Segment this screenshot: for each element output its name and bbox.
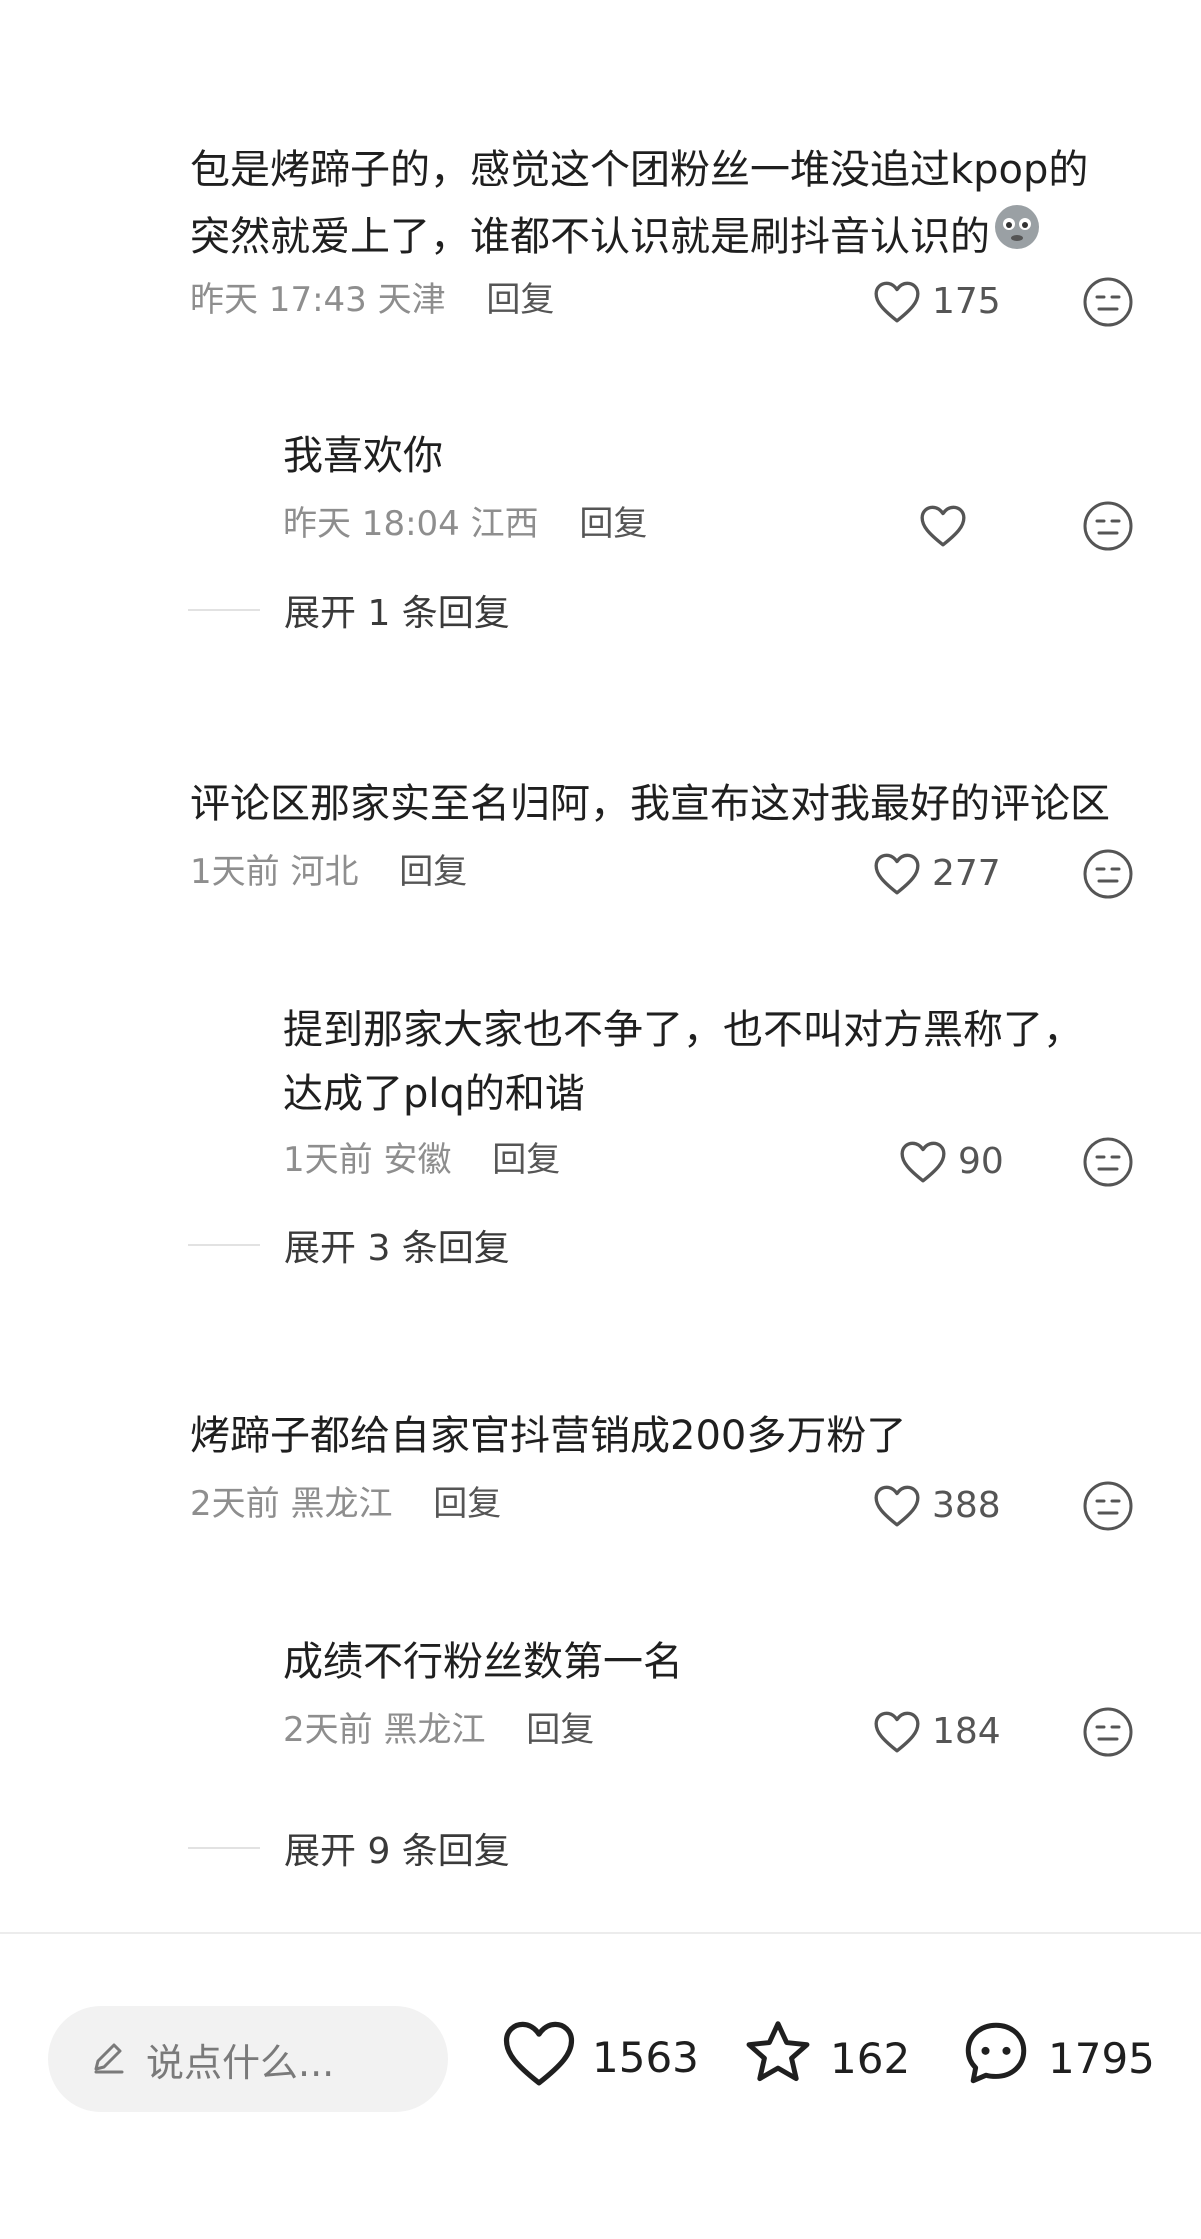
expand-replies-label: 展开 1 条回复	[284, 593, 510, 634]
comment-meta: 1天前 河北 回复	[190, 850, 467, 894]
comment-location: 河北	[290, 852, 359, 892]
comment-location: 黑龙江	[290, 1484, 393, 1524]
divider	[188, 1244, 260, 1246]
comment-line: 提到那家大家也不争了，也不叫对方黑称了，	[283, 1007, 1083, 1053]
heart-icon	[500, 2016, 578, 2098]
reply-button[interactable]: 回复	[579, 504, 647, 544]
reply-button[interactable]: 回复	[433, 1484, 501, 1524]
like-button[interactable]: 388	[872, 1482, 1001, 1528]
dislike-button[interactable]	[1082, 848, 1134, 900]
comment-line: 成绩不行粉丝数第一名	[283, 1639, 683, 1685]
comment-count: 1795	[1048, 2033, 1155, 2083]
like-count: 184	[932, 1710, 1001, 1752]
comment-meta: 2天前 黑龙江 回复	[283, 1708, 594, 1752]
heart-icon	[918, 502, 968, 548]
comment-time: 1天前	[190, 852, 280, 892]
comment-time: 2天前	[283, 1710, 373, 1750]
dislike-button[interactable]	[1082, 1706, 1134, 1758]
comment-line: 达成了plq的和谐	[283, 1071, 585, 1117]
neutral-face-icon	[1082, 1480, 1134, 1532]
divider	[188, 609, 260, 611]
like-post-button[interactable]: 1563	[500, 2016, 699, 2098]
heart-icon	[872, 278, 922, 324]
comment-time: 昨天 17:43	[190, 280, 367, 320]
dislike-button[interactable]	[1082, 276, 1134, 328]
reply-button[interactable]: 回复	[526, 1710, 594, 1750]
star-icon	[740, 2016, 816, 2100]
neutral-face-icon	[1082, 1136, 1134, 1188]
comment-line: 烤蹄子都给自家官抖营销成200多万粉了	[190, 1413, 907, 1459]
post-like-count: 1563	[592, 2032, 699, 2082]
comment-line: 包是烤蹄子的，感觉这个团粉丝一堆没追过kpop的	[190, 147, 1089, 193]
comment-time: 昨天 18:04	[283, 504, 460, 544]
comment-text: 我喜欢你	[283, 424, 443, 488]
comment-time: 2天前	[190, 1484, 280, 1524]
comment-meta: 昨天 18:04 江西 回复	[283, 502, 647, 546]
comment-meta: 1天前 安徽 回复	[283, 1138, 560, 1182]
comments-button[interactable]: 1795	[958, 2016, 1155, 2100]
like-button[interactable]: 90	[898, 1138, 1004, 1184]
like-button[interactable]: 277	[872, 850, 1001, 896]
like-count: 90	[958, 1140, 1004, 1182]
comment-input[interactable]: 说点什么...	[48, 2006, 448, 2112]
neutral-face-icon	[1082, 500, 1134, 552]
like-button[interactable]: 184	[872, 1708, 1001, 1754]
comment-meta: 昨天 17:43 天津 回复	[190, 278, 554, 322]
comment-time: 1天前	[283, 1140, 373, 1180]
comment-location: 天津	[377, 280, 446, 320]
expand-replies-label: 展开 3 条回复	[284, 1228, 510, 1269]
crying-face-icon	[992, 202, 1042, 271]
comment-location: 安徽	[383, 1140, 452, 1180]
expand-replies-button[interactable]: 展开 3 条回复	[188, 1219, 510, 1271]
like-count: 175	[932, 280, 1001, 322]
heart-icon	[872, 1708, 922, 1754]
like-button[interactable]: 175	[872, 278, 1001, 324]
neutral-face-icon	[1082, 1706, 1134, 1758]
comment-text: 评论区那家实至名归阿，我宣布这对我最好的评论区	[190, 772, 1110, 836]
expand-replies-button[interactable]: 展开 1 条回复	[188, 584, 510, 636]
dislike-button[interactable]	[1082, 1136, 1134, 1188]
dislike-button[interactable]	[1082, 1480, 1134, 1532]
comment-text: 包是烤蹄子的，感觉这个团粉丝一堆没追过kpop的 突然就爱上了，谁都不认识就是刷…	[190, 138, 1088, 271]
comment-line: 我喜欢你	[283, 433, 443, 479]
dislike-button[interactable]	[1082, 500, 1134, 552]
like-button[interactable]	[918, 502, 978, 548]
comment-meta: 2天前 黑龙江 回复	[190, 1482, 501, 1526]
comment-input-placeholder: 说点什么...	[146, 2040, 335, 2085]
heart-icon	[872, 1482, 922, 1528]
comment-location: 江西	[470, 504, 539, 544]
favorite-button[interactable]: 162	[740, 2016, 910, 2100]
favorite-count: 162	[830, 2033, 911, 2083]
comment-text: 烤蹄子都给自家官抖营销成200多万粉了	[190, 1404, 906, 1468]
pencil-icon	[88, 2037, 128, 2081]
bottom-action-bar: 说点什么... 1563 162 1795	[0, 1932, 1201, 2239]
comment-line: 评论区那家实至名归阿，我宣布这对我最好的评论区	[190, 781, 1110, 827]
comment-text: 成绩不行粉丝数第一名	[283, 1630, 683, 1694]
comment-location: 黑龙江	[383, 1710, 486, 1750]
neutral-face-icon	[1082, 848, 1134, 900]
comment-bubble-icon	[958, 2016, 1034, 2100]
divider	[188, 1847, 260, 1849]
like-count: 277	[932, 852, 1001, 894]
reply-button[interactable]: 回复	[399, 852, 467, 892]
comment-text: 提到那家大家也不争了，也不叫对方黑称了， 达成了plq的和谐	[283, 998, 1083, 1126]
heart-icon	[898, 1138, 948, 1184]
heart-icon	[872, 850, 922, 896]
reply-button[interactable]: 回复	[486, 280, 554, 320]
neutral-face-icon	[1082, 276, 1134, 328]
like-count: 388	[932, 1484, 1001, 1526]
expand-replies-button[interactable]: 展开 9 条回复	[188, 1822, 510, 1874]
comment-line: 突然就爱上了，谁都不认识就是刷抖音认识的	[190, 202, 1088, 271]
reply-button[interactable]: 回复	[492, 1140, 560, 1180]
expand-replies-label: 展开 9 条回复	[284, 1831, 510, 1872]
